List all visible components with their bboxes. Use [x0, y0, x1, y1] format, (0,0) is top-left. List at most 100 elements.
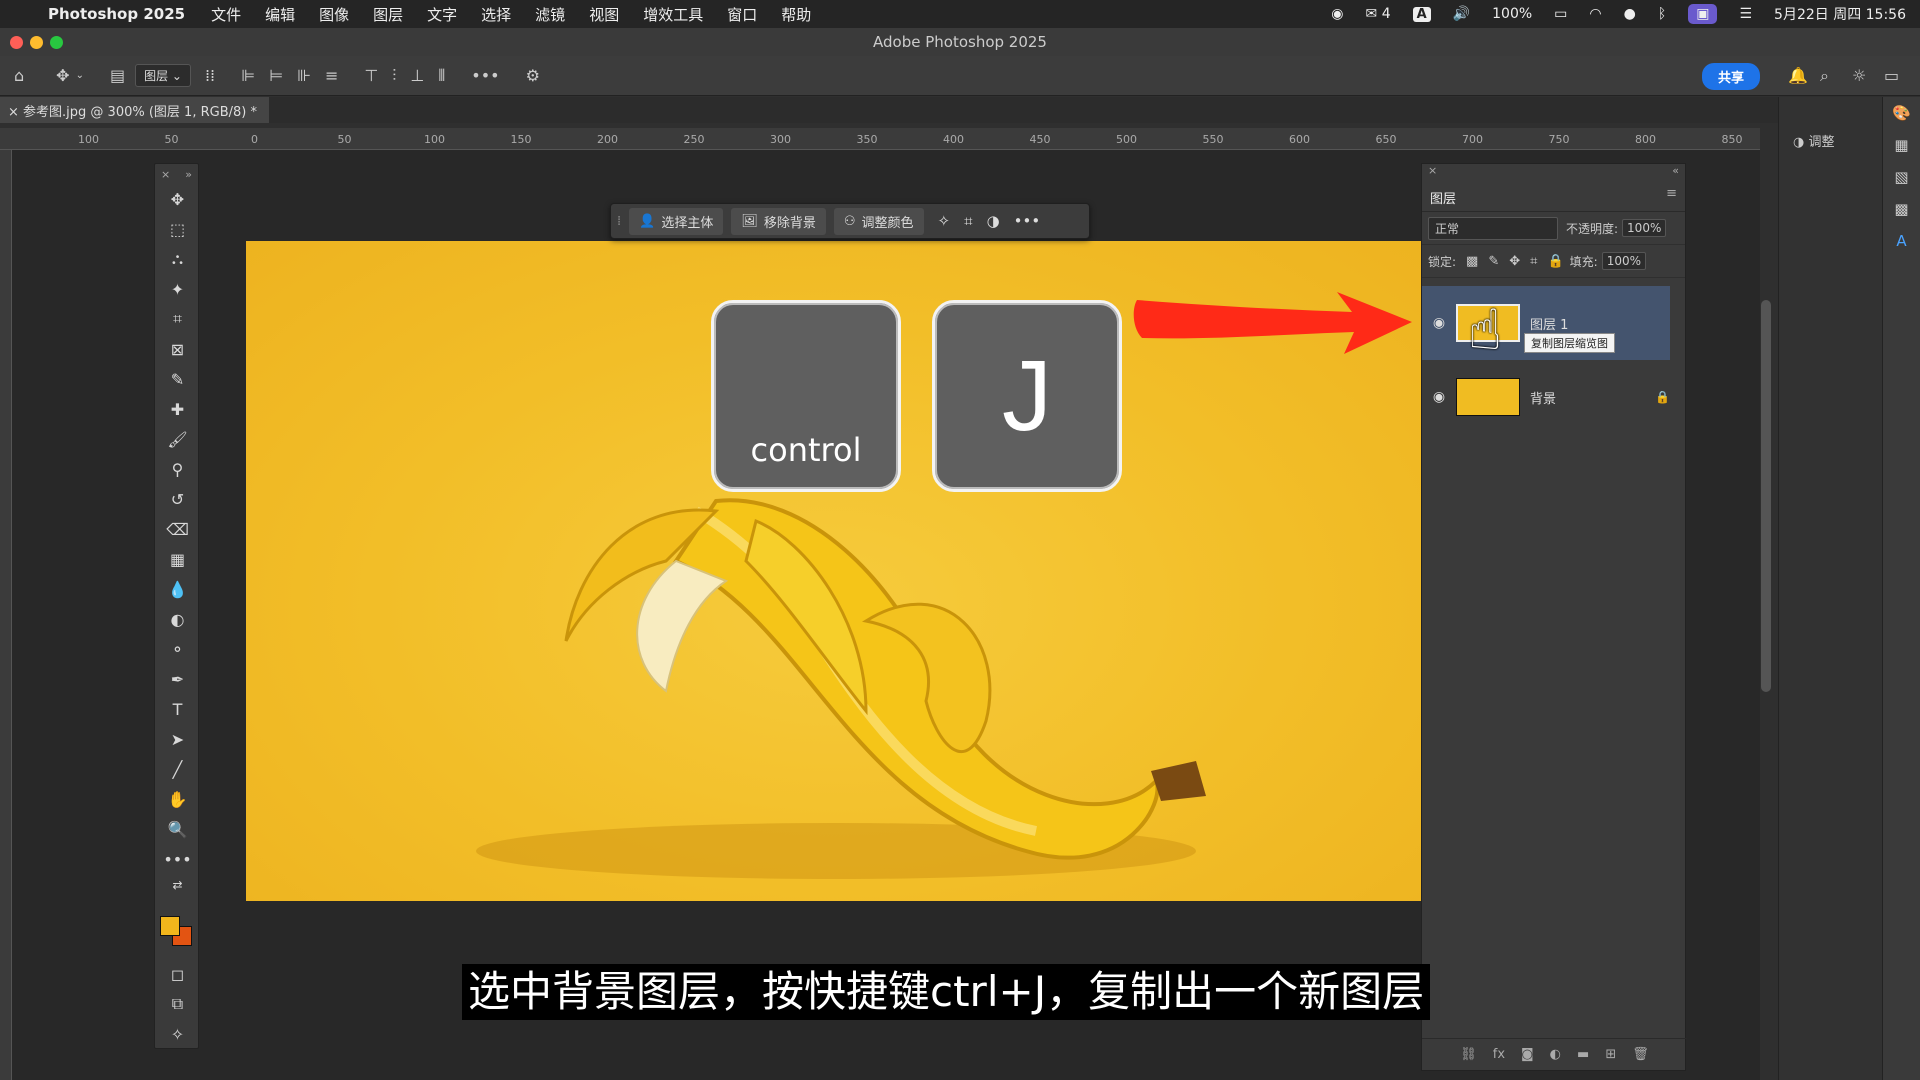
layers-tab[interactable]: 图层 — [1430, 192, 1456, 207]
menu-type[interactable]: 文字 — [427, 4, 457, 25]
distribute-v-icon[interactable]: ⦀ — [438, 66, 445, 86]
maximize-window-button[interactable] — [50, 36, 63, 49]
vertical-scrollbar[interactable] — [1761, 300, 1771, 692]
auto-select-icon[interactable]: ▤ — [110, 66, 125, 85]
new-layer-icon[interactable]: ⊞ — [1605, 1047, 1616, 1062]
lock-artboard-icon[interactable]: ⌗ — [1530, 254, 1537, 269]
record-icon[interactable]: ◉ — [1331, 6, 1343, 22]
bluetooth-icon[interactable]: ᛒ — [1658, 6, 1666, 22]
opacity-field[interactable]: 100% — [1622, 219, 1667, 237]
wechat-icon[interactable]: ✉ 4 — [1366, 6, 1391, 22]
gradients-panel-icon[interactable]: ▧ — [1883, 161, 1920, 193]
lock-position-icon[interactable]: ✥ — [1509, 254, 1520, 269]
move-tool-icon[interactable]: ✥ — [56, 66, 69, 85]
share-button[interactable]: 共享 — [1702, 63, 1761, 90]
dodge-tool[interactable]: ◐ — [155, 604, 200, 634]
align-right-icon[interactable]: ⊪ — [297, 66, 311, 85]
bell-icon[interactable]: 🔔 — [1788, 66, 1808, 85]
more-options-icon[interactable]: ••• — [1014, 212, 1041, 230]
more-icon[interactable]: ••• — [471, 66, 499, 85]
add-mask-icon[interactable]: ◙ — [1521, 1047, 1534, 1062]
brush-tool[interactable]: 🖌 — [155, 424, 200, 454]
swatches-panel-icon[interactable]: ▦ — [1883, 129, 1920, 161]
path-select-tool[interactable]: ➤ — [155, 724, 200, 754]
quick-mask-icon[interactable]: ◻ — [155, 959, 200, 989]
menu-file[interactable]: 文件 — [211, 4, 241, 25]
history-brush-tool[interactable]: ↺ — [155, 484, 200, 514]
layer-thumbnail[interactable] — [1456, 378, 1520, 416]
zoom-tool[interactable]: 🔍 — [155, 814, 200, 844]
workspace-icon[interactable]: ▭ — [1884, 66, 1899, 85]
menu-filter[interactable]: 滤镜 — [535, 4, 565, 25]
transform-icon[interactable]: ⌗ — [964, 212, 972, 230]
eyedropper-tool[interactable]: ✎ — [155, 364, 200, 394]
eye-icon[interactable]: ◉ — [1422, 389, 1456, 405]
collapse-icon[interactable]: » — [185, 168, 192, 181]
screen-mirror-icon[interactable]: ▣ — [1688, 4, 1718, 24]
line-tool[interactable]: ╱ — [155, 754, 200, 784]
document-tab[interactable]: × 参考图.jpg @ 300% (图层 1, RGB/8) * — [0, 97, 269, 123]
volume-icon[interactable]: 🔊 — [1453, 6, 1470, 22]
app-menu[interactable]: Photoshop 2025 — [48, 5, 185, 23]
menu-layer[interactable]: 图层 — [373, 4, 403, 25]
remove-background-button[interactable]: 🖼 移除背景 — [731, 207, 826, 235]
menu-window[interactable]: 窗口 — [727, 4, 757, 25]
home-icon[interactable]: ⌂ — [14, 66, 24, 85]
align-bottom-icon[interactable]: ⊥ — [410, 66, 424, 85]
magic-wand-tool[interactable]: ✦ — [155, 274, 200, 304]
drag-handle-icon[interactable]: ⁞ — [617, 214, 621, 229]
close-icon[interactable]: × — [1428, 164, 1437, 178]
gradient-tool[interactable]: ▦ — [155, 544, 200, 574]
generative-fill-icon[interactable]: ✧ — [938, 212, 951, 230]
control-center-icon[interactable]: ☰ — [1739, 6, 1752, 22]
align-left-icon[interactable]: ⊫ — [241, 66, 255, 85]
folder-icon[interactable]: ▬ — [1577, 1047, 1589, 1062]
clock[interactable]: 5月22日 周四 15:56 — [1774, 4, 1906, 24]
more-tools-icon[interactable]: ••• — [155, 844, 200, 874]
trash-icon[interactable]: 🗑 — [1632, 1047, 1649, 1062]
lock-transparency-icon[interactable]: ▩ — [1466, 254, 1478, 269]
healing-brush-tool[interactable]: ✚ — [155, 394, 200, 424]
menu-select[interactable]: 选择 — [481, 4, 511, 25]
close-window-button[interactable] — [10, 36, 23, 49]
move-tool[interactable]: ✥ — [155, 184, 200, 214]
panel-menu-icon[interactable]: ≡ — [1666, 186, 1677, 201]
user-icon[interactable]: ● — [1624, 6, 1636, 22]
search-icon[interactable]: ⌕ — [1820, 66, 1829, 86]
generative-icon[interactable]: ✧ — [155, 1019, 200, 1049]
adjustment-layer-icon[interactable]: ◐ — [1550, 1047, 1561, 1062]
close-icon[interactable]: × — [161, 168, 170, 181]
lock-pixels-icon[interactable]: ✎ — [1488, 254, 1499, 269]
adjustments-tab[interactable]: ◑ 调整 — [1793, 131, 1835, 150]
eraser-tool[interactable]: ⌫ — [155, 514, 200, 544]
fill-field[interactable]: 100% — [1601, 252, 1647, 270]
fx-icon[interactable]: fx — [1493, 1047, 1505, 1062]
transform-controls-icon[interactable]: ⁞⁞ — [205, 66, 215, 85]
wifi-icon[interactable]: ◠ — [1589, 6, 1601, 22]
lock-all-icon[interactable]: 🔒 — [1547, 254, 1563, 269]
menu-help[interactable]: 帮助 — [781, 4, 811, 25]
blur-tool[interactable]: 💧 — [155, 574, 200, 604]
foreground-color-swatch[interactable] — [160, 916, 180, 936]
adjust-color-button[interactable]: ⚇ 调整颜色 — [833, 207, 924, 235]
distribute-icon[interactable]: ≡ — [325, 66, 338, 85]
collapse-icon[interactable]: « — [1672, 164, 1679, 178]
gear-icon[interactable]: ⚙ — [526, 66, 540, 85]
marquee-tool[interactable]: ⬚ — [155, 214, 200, 244]
battery-icon[interactable]: ▭ — [1554, 6, 1567, 22]
discover-icon[interactable]: ☼ — [1852, 66, 1866, 85]
color-panel-icon[interactable]: 🎨 — [1883, 97, 1920, 129]
patterns-panel-icon[interactable]: ▩ — [1883, 193, 1920, 225]
chevron-down-icon[interactable]: ⌄ — [76, 70, 84, 81]
align-top-icon[interactable]: ⊤ — [364, 66, 378, 85]
menu-view[interactable]: 视图 — [589, 4, 619, 25]
blend-mode-dropdown[interactable]: 正常 — [1428, 216, 1558, 240]
crop-tool[interactable]: ⌗ — [155, 304, 200, 334]
select-subject-button[interactable]: 👤 选择主体 — [629, 207, 724, 235]
stamp-tool[interactable]: ⚲ — [155, 454, 200, 484]
menu-edit[interactable]: 编辑 — [265, 4, 295, 25]
layer-select-dropdown[interactable]: 图层 ⌄ — [135, 64, 191, 87]
type-tool[interactable]: T — [155, 694, 200, 724]
layer-row[interactable]: ◉ 背景 🔒 — [1422, 360, 1670, 434]
link-icon[interactable]: ⛓ — [1460, 1047, 1477, 1062]
